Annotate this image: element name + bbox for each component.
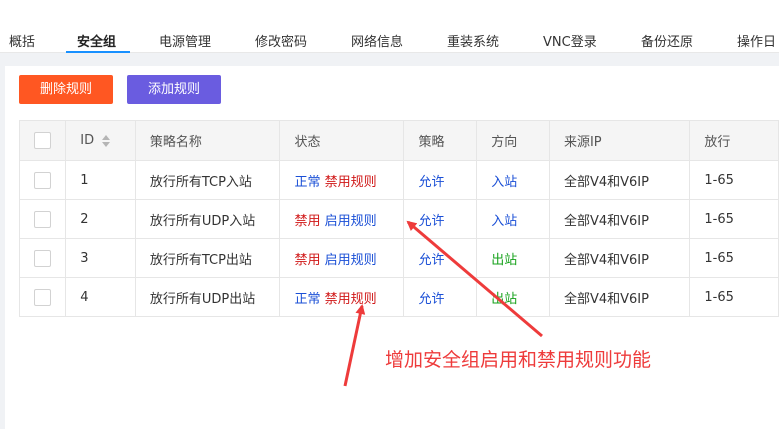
annotation-text: 增加安全组启用和禁用规则功能 xyxy=(385,349,652,371)
arrow-to-disable-rule xyxy=(343,304,366,387)
arrow-to-enable-rule xyxy=(406,220,543,338)
